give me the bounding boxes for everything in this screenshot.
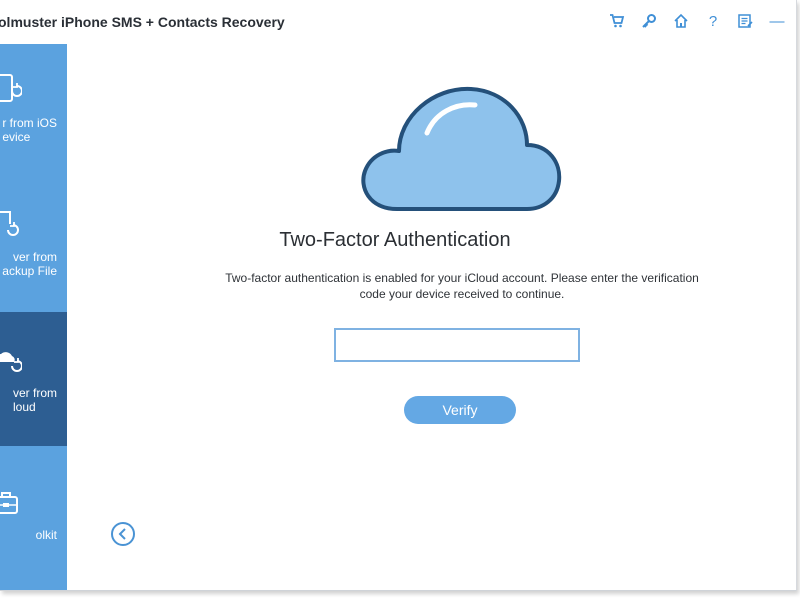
sidebar-item-recover-from-icloud[interactable]: ver from loud [0,312,67,446]
sidebar: r from iOS evice ver from ackup File ver… [0,44,67,590]
sidebar-item-label: ver from loud [12,386,57,414]
toolbox-icon [0,488,22,518]
sidebar-item-recover-from-ios-device[interactable]: r from iOS evice [0,44,67,178]
app-window: olmuster iPhone SMS + Contacts Recovery … [0,0,797,591]
main-panel: Two-Factor Authentication Two-factor aut… [67,44,796,590]
cloud-icon [361,86,562,211]
description-line-1: Two-factor authentication is enabled for… [225,271,699,285]
sidebar-item-label: olkit [35,528,57,542]
sidebar-item-toolkit[interactable]: olkit [0,446,67,580]
cart-icon[interactable] [608,12,626,30]
page-title: Two-Factor Authentication [279,229,511,251]
key-icon[interactable] [640,12,658,30]
cloud-recover-icon [0,344,23,374]
home-icon[interactable] [672,12,690,30]
help-icon[interactable]: ? [704,12,722,30]
description: Two-factor authentication is enabled for… [203,270,721,302]
feedback-icon[interactable] [736,12,754,30]
toolbar-icons: ? — [608,12,786,30]
verification-code-input[interactable] [334,328,580,362]
title-bar: olmuster iPhone SMS + Contacts Recovery … [0,0,796,45]
back-button[interactable] [111,522,135,546]
app-title: olmuster iPhone SMS + Contacts Recovery [0,14,285,30]
description-line-2: code your device received to continue. [359,287,565,301]
minimize-icon[interactable]: — [768,12,786,30]
phone-recover-icon [0,74,23,104]
sidebar-item-label: r from iOS evice [2,116,57,144]
sidebar-item-label: ver from ackup File [2,250,57,278]
back-arrow-icon [118,528,126,540]
verify-button[interactable]: Verify [404,396,516,424]
